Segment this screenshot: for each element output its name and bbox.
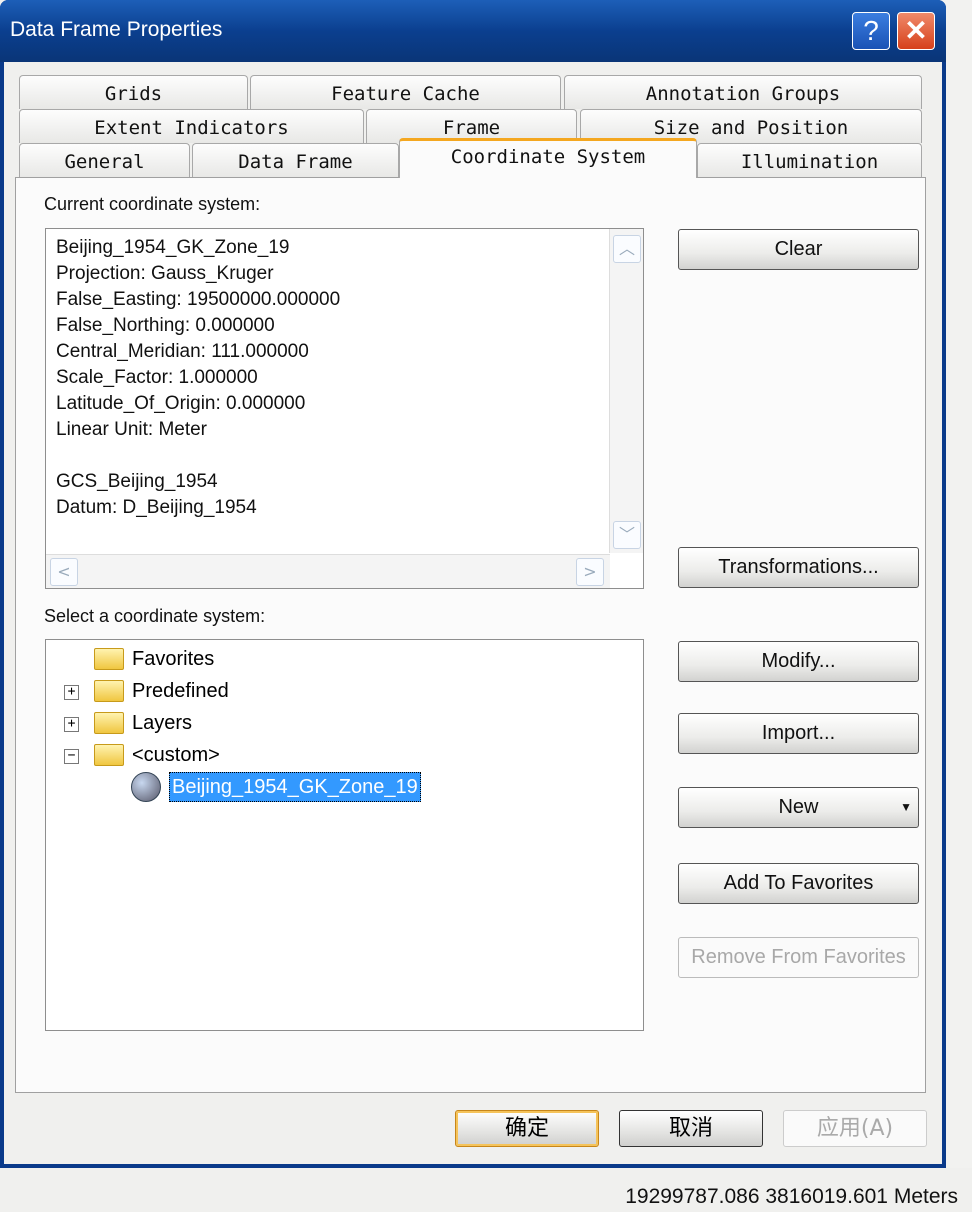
scroll-down-icon[interactable]: ﹀ [613,521,641,549]
tree-label-selected: Beijing_1954_GK_Zone_19 [169,772,421,802]
dropdown-arrow-icon: ▼ [900,800,912,814]
clear-button[interactable]: Clear [678,229,919,270]
tree-label: Layers [132,712,193,734]
current-cs-textbox[interactable]: Beijing_1954_GK_Zone_19 Projection: Gaus… [45,228,644,589]
tab-illumination[interactable]: Illumination [697,143,922,177]
tree-item-predefined[interactable]: Predefined [94,677,229,705]
current-cs-text: Beijing_1954_GK_Zone_19 Projection: Gaus… [56,237,341,518]
title-bar: Data Frame Properties ? ✕ [0,0,946,62]
dialog-client: Grids Feature Cache Annotation Groups Ex… [4,62,942,1164]
modify-button[interactable]: Modify... [678,641,919,682]
tree-item-custom[interactable]: <custom> [94,741,220,769]
transformations-button[interactable]: Transformations... [678,547,919,588]
vertical-scrollbar[interactable]: ︿ ﹀ [609,229,643,553]
tree-item-beijing-1954[interactable]: Beijing_1954_GK_Zone_19 [131,772,421,802]
ok-button[interactable]: 确定 [455,1110,599,1147]
scroll-right-icon[interactable]: > [576,558,604,586]
import-button[interactable]: Import... [678,713,919,754]
current-cs-label: Current coordinate system: [44,194,261,214]
close-button[interactable]: ✕ [897,12,935,50]
tab-general[interactable]: General [19,143,190,177]
cancel-button[interactable]: 取消 [619,1110,763,1147]
tab-grids[interactable]: Grids [19,75,248,109]
new-button[interactable]: New ▼ [678,787,919,828]
tree-label: Predefined [132,680,229,702]
tab-annotation-groups[interactable]: Annotation Groups [564,75,922,109]
tab-extent-indicators[interactable]: Extent Indicators [19,109,364,143]
tree-item-layers[interactable]: Layers [94,709,192,737]
tree-label: <custom> [132,744,220,766]
coordinate-readout: 19299787.086 3816019.601 Meters [625,1185,958,1208]
add-to-favorites-button[interactable]: Add To Favorites [678,863,919,904]
folder-icon [94,648,124,670]
new-label: New [778,796,819,818]
tree-label: Favorites [132,648,215,670]
apply-button[interactable]: 应用(A) [783,1110,927,1147]
tab-feature-cache[interactable]: Feature Cache [250,75,561,109]
expand-icon[interactable]: + [64,717,79,732]
folder-icon [94,712,124,734]
scroll-up-icon[interactable]: ︿ [613,235,641,263]
cs-tree[interactable]: Favorites + Predefined + Layers − <custo… [45,639,644,1031]
coordinate-system-panel: Current coordinate system: Beijing_1954_… [15,177,926,1093]
horizontal-scrollbar[interactable]: < > [46,554,610,588]
tree-item-favorites[interactable]: Favorites [94,645,214,673]
folder-icon [94,680,124,702]
tab-coordinate-system[interactable]: Coordinate System [399,138,697,178]
help-button[interactable]: ? [852,12,890,50]
dialog-window: Data Frame Properties ? ✕ Grids Feature … [0,0,946,1168]
open-folder-icon [94,744,124,766]
window-title: Data Frame Properties [10,18,223,41]
expand-icon[interactable]: + [64,685,79,700]
remove-from-favorites-button[interactable]: Remove From Favorites [678,937,919,978]
select-cs-label: Select a coordinate system: [44,606,266,626]
scroll-left-icon[interactable]: < [50,558,78,586]
status-bar: 19299787.086 3816019.601 Meters [0,1168,972,1212]
collapse-icon[interactable]: − [64,749,79,764]
tab-data-frame[interactable]: Data Frame [192,143,399,177]
globe-icon [131,772,161,802]
